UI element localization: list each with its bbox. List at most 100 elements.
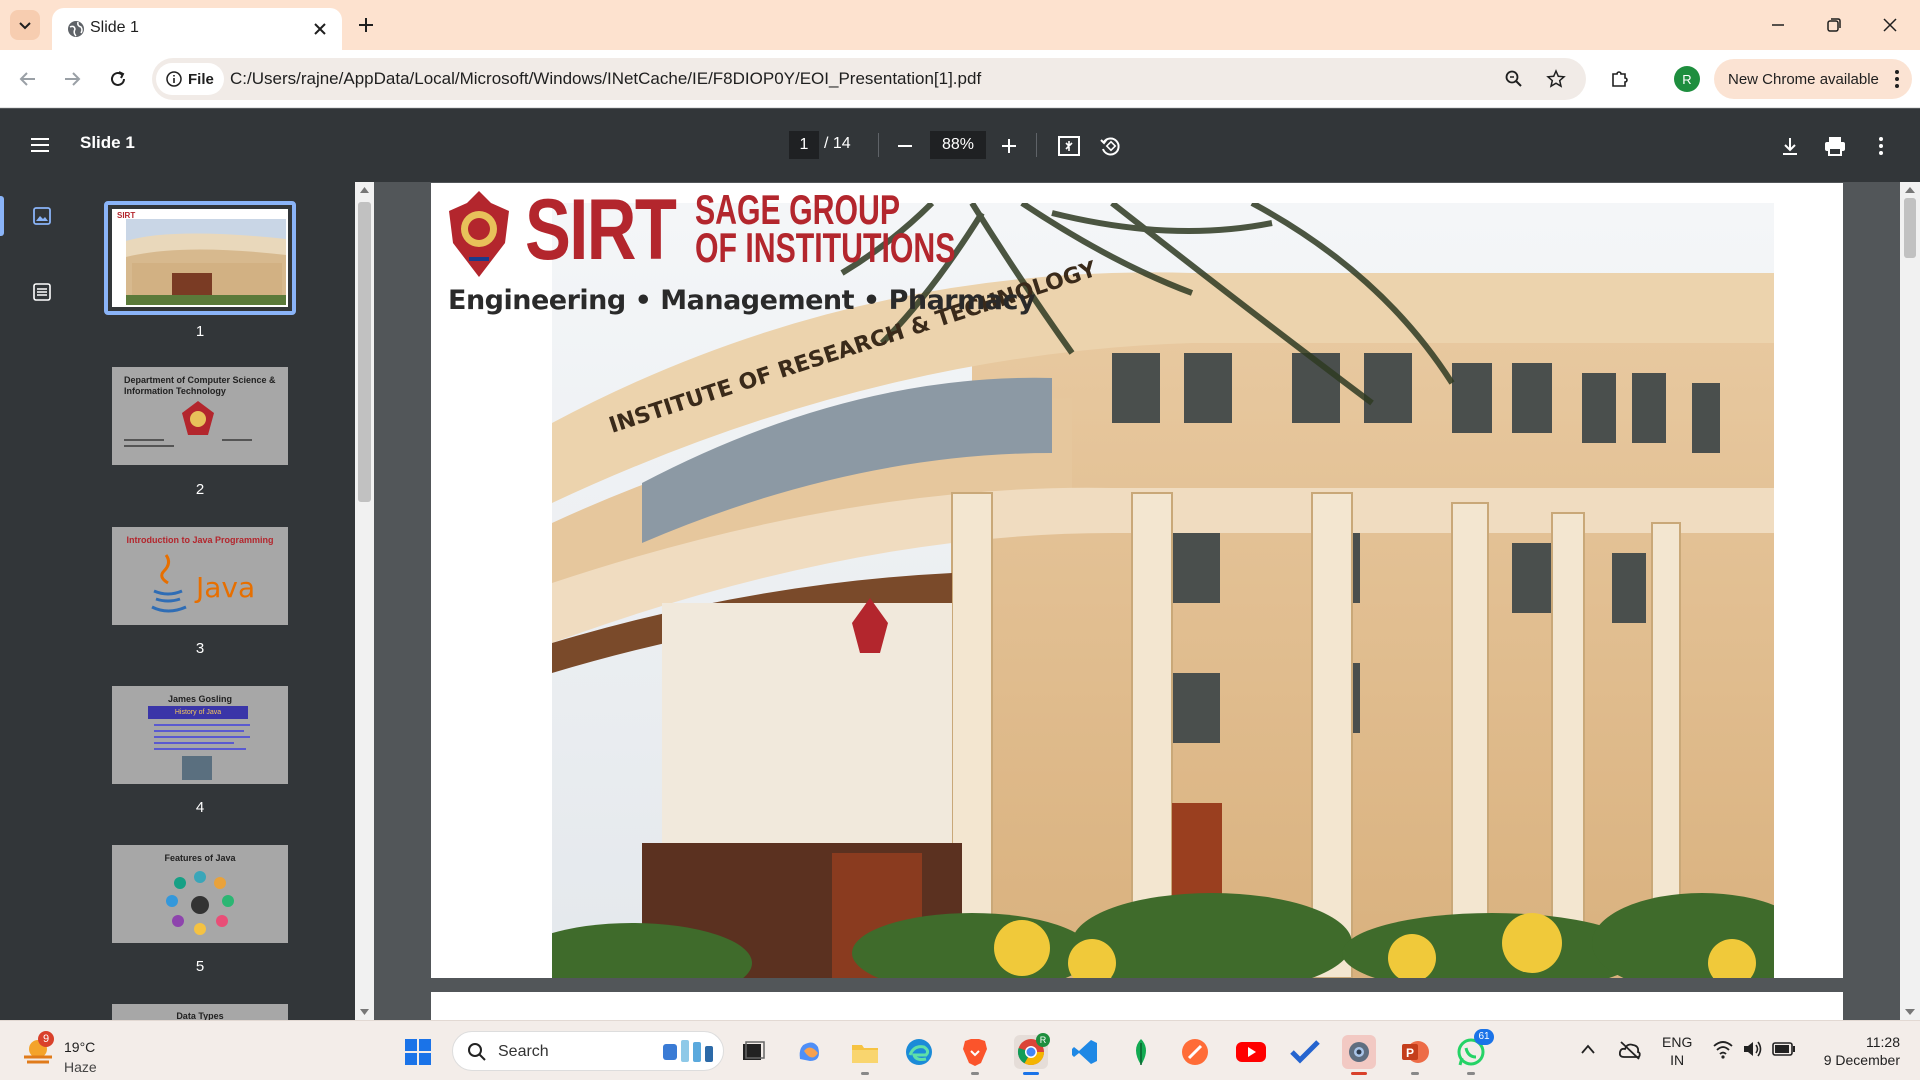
postman-app[interactable] <box>1178 1035 1212 1069</box>
zoom-in-button[interactable] <box>996 133 1022 159</box>
thumbnail-page-2[interactable]: Department of Computer Science & Informa… <box>112 367 288 465</box>
browser-tab[interactable]: Slide 1 <box>52 8 342 50</box>
main-scroll-thumb[interactable] <box>1904 198 1916 258</box>
thumbnail-number: 1 <box>195 323 205 340</box>
chrome-profile-badge: R <box>1036 1033 1050 1047</box>
sirt-logo-text: SIRT <box>525 183 677 278</box>
thumbnails-view-button[interactable] <box>28 202 56 230</box>
divider <box>154 748 246 750</box>
clock-time: 11:28 <box>1866 1034 1900 1050</box>
url-text[interactable]: C:/Users/rajne/AppData/Local/Microsoft/W… <box>230 69 981 89</box>
slide-subtitle: Engineering • Management • Pharmacy <box>448 285 1036 316</box>
pdf-toolbar: Slide 1 1 / 14 88% <box>0 109 1920 182</box>
chrome-app[interactable]: R <box>1014 1033 1050 1075</box>
extensions-button[interactable] <box>1608 67 1632 91</box>
brave-app[interactable] <box>958 1035 992 1075</box>
zoom-indicator-button[interactable] <box>1502 67 1526 91</box>
close-icon <box>1883 18 1897 32</box>
sidebar-scroll-thumb[interactable] <box>358 202 371 502</box>
download-button[interactable] <box>1777 133 1803 159</box>
thumbnail-page-1[interactable]: SIRT <box>112 209 288 307</box>
page-number-input[interactable]: 1 <box>789 131 819 159</box>
taskbar-search-box[interactable]: Search <box>452 1031 724 1071</box>
forward-button[interactable] <box>60 67 84 91</box>
volume-icon[interactable] <box>1742 1039 1764 1059</box>
fit-to-page-button[interactable] <box>1056 133 1082 159</box>
arrow-right-icon <box>65 72 81 86</box>
edge-icon <box>906 1039 932 1065</box>
thumbnail-page-5[interactable]: Features of Java <box>112 845 288 943</box>
scroll-up-icon[interactable] <box>1905 186 1915 194</box>
main-scrollbar[interactable] <box>1900 182 1920 1020</box>
input-language-indicator[interactable]: ENG IN <box>1662 1033 1692 1069</box>
scroll-down-icon[interactable] <box>360 1008 369 1016</box>
close-tab-icon[interactable] <box>312 21 328 37</box>
edge-app[interactable] <box>902 1035 936 1069</box>
whatsapp-app[interactable]: 61 <box>1454 1029 1494 1075</box>
todo-app[interactable] <box>1288 1035 1322 1069</box>
scroll-down-icon[interactable] <box>1905 1008 1915 1016</box>
region-code: IN <box>1670 1052 1685 1068</box>
address-bar[interactable]: File C:/Users/rajne/AppData/Local/Micros… <box>152 58 1586 100</box>
powerpoint-icon: P <box>1402 1041 1429 1063</box>
postman-icon <box>1182 1039 1208 1065</box>
minimize-button[interactable] <box>1766 13 1790 37</box>
divider <box>154 742 234 744</box>
zoom-out-button[interactable] <box>892 133 918 159</box>
campus-building-photo: INSTITUTE OF RESEARCH & TECHNOLOGY <box>552 203 1774 978</box>
back-button[interactable] <box>16 67 40 91</box>
thumbnail-list: SIRT 1 Department of Computer Science & … <box>80 182 355 1020</box>
windows-start-icon[interactable] <box>404 1038 432 1066</box>
divider <box>124 445 174 447</box>
restore-button[interactable] <box>1822 13 1846 37</box>
sirt-emblem-icon <box>449 191 509 277</box>
copilot-app[interactable] <box>792 1035 826 1069</box>
new-tab-icon[interactable] <box>355 14 377 36</box>
rotate-button[interactable] <box>1097 133 1123 159</box>
tab-title: Slide 1 <box>90 19 139 36</box>
file-explorer-app[interactable] <box>848 1035 882 1075</box>
scroll-up-icon[interactable] <box>360 186 369 194</box>
gear-icon <box>1349 1042 1369 1062</box>
site-info-chip[interactable]: File <box>156 63 224 95</box>
reload-button[interactable] <box>106 67 130 91</box>
outline-view-button[interactable] <box>28 278 56 306</box>
active-indicator <box>0 196 4 236</box>
thumbnail-page-3[interactable]: Introduction to Java Programming Java <box>112 527 288 625</box>
sidebar-scrollbar[interactable] <box>355 182 374 1020</box>
divider <box>154 724 250 726</box>
battery-icon[interactable] <box>1772 1041 1796 1057</box>
bookmark-button[interactable] <box>1544 67 1568 91</box>
java-logo-text: Java <box>196 571 256 604</box>
hamburger-menu-icon[interactable] <box>28 133 52 157</box>
vscode-app[interactable] <box>1068 1035 1102 1069</box>
youtube-app[interactable] <box>1234 1035 1268 1069</box>
thumbnail-2-heading: Department of Computer Science & Informa… <box>124 375 276 396</box>
thumbnail-page-4[interactable]: James Gosling History of Java <box>112 686 288 784</box>
settings-app[interactable] <box>1342 1035 1376 1075</box>
tab-search-button[interactable] <box>10 10 40 40</box>
fit-page-icon <box>1058 136 1080 156</box>
thumbnail-6-heading: Data Types <box>176 1011 224 1020</box>
more-actions-button[interactable] <box>1868 133 1894 159</box>
thumbnail-page-6[interactable]: Data Types <box>112 1004 288 1020</box>
mongodb-app[interactable] <box>1124 1035 1158 1069</box>
weather-widget[interactable]: 9 19°C Haze <box>20 1029 140 1075</box>
print-button[interactable] <box>1822 133 1848 159</box>
task-view-button[interactable] <box>736 1035 770 1069</box>
sidebar-rail <box>0 182 80 1020</box>
portrait-photo <box>182 756 212 780</box>
profile-avatar[interactable]: R <box>1674 66 1700 92</box>
image-icon <box>33 207 51 225</box>
cloud-offline-icon[interactable] <box>1618 1039 1642 1061</box>
powerpoint-app[interactable]: P <box>1398 1035 1432 1075</box>
show-hidden-icons-icon[interactable] <box>1580 1043 1596 1055</box>
pdf-viewport[interactable]: INSTITUTE OF RESEARCH & TECHNOLOGY SIRT … <box>374 182 1900 1020</box>
chrome-update-button[interactable]: New Chrome available <box>1714 59 1912 99</box>
system-clock[interactable]: 11:28 9 December <box>1800 1033 1900 1069</box>
zoom-level-input[interactable]: 88% <box>930 131 986 159</box>
close-window-button[interactable] <box>1878 13 1902 37</box>
thumbnail-1-image: SIRT <box>112 209 288 307</box>
pdf-sidebar: SIRT 1 Department of Computer Science & … <box>0 182 355 1020</box>
wifi-icon[interactable] <box>1712 1039 1734 1059</box>
